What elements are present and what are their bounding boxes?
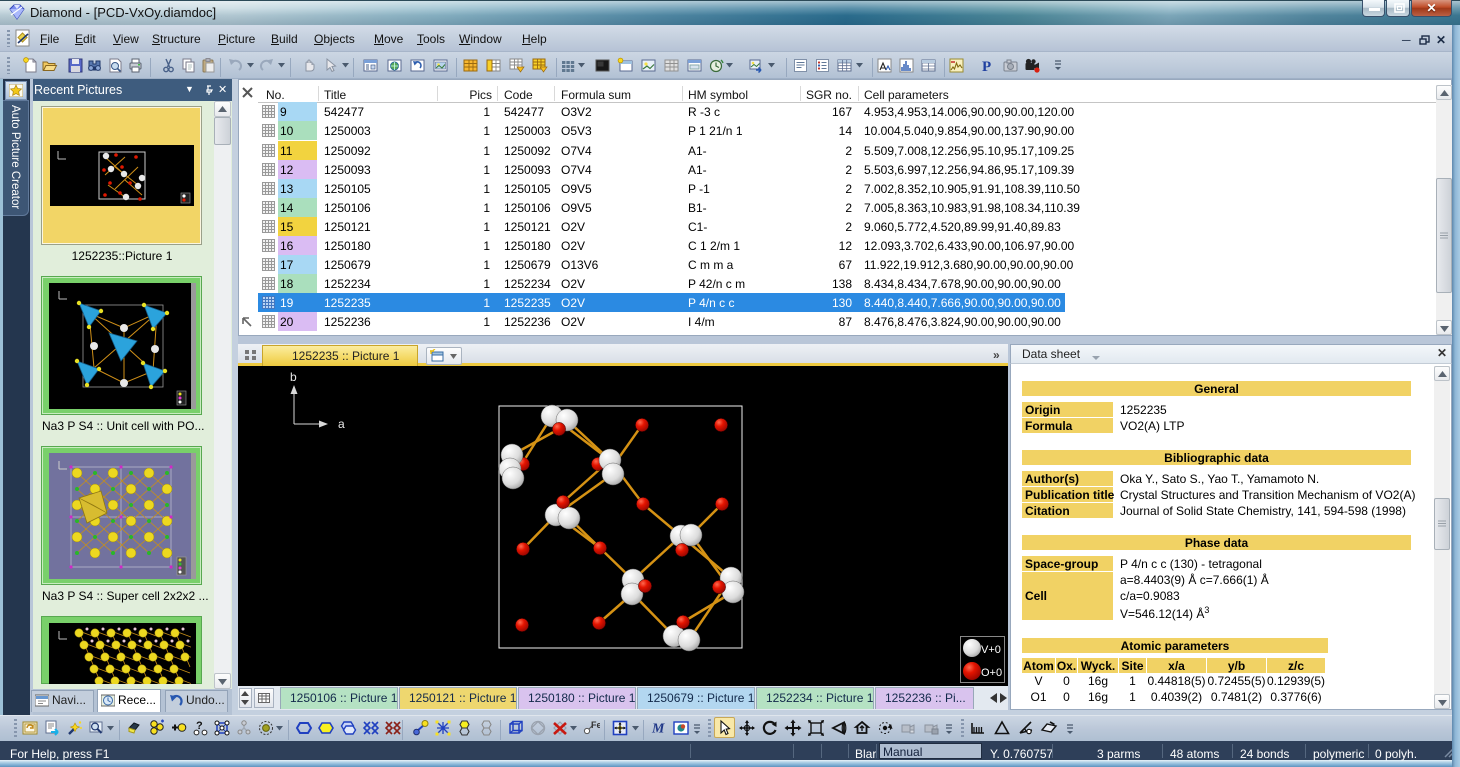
svg-text:M: M xyxy=(651,722,665,737)
svg-text:V+0: V+0 xyxy=(981,644,1001,656)
svg-text:b: b xyxy=(290,370,297,384)
svg-text:P: P xyxy=(982,59,991,74)
svg-text:Fe: Fe xyxy=(591,720,600,730)
svg-text:O+0: O+0 xyxy=(981,667,1002,679)
svg-text:a: a xyxy=(338,417,345,431)
